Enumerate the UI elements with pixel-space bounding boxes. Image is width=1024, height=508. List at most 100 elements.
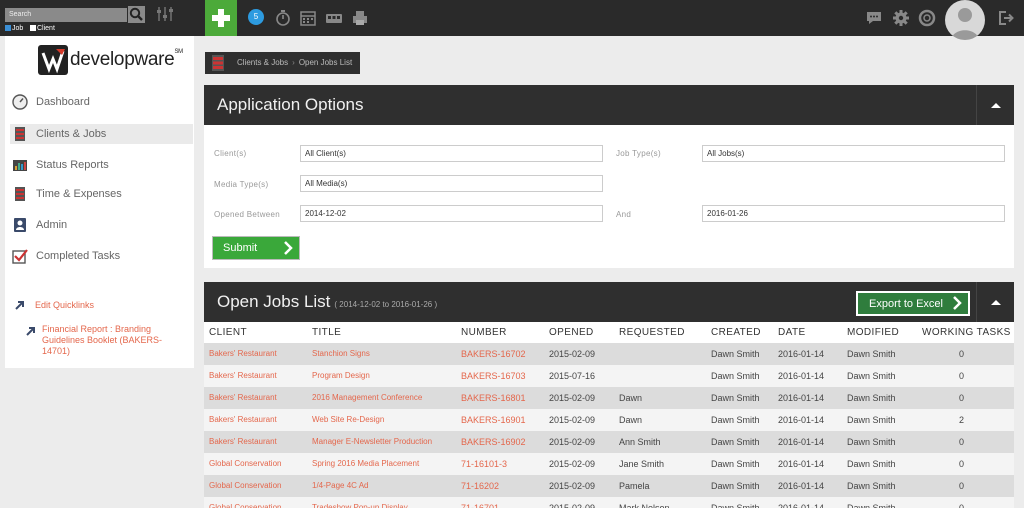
arrow-up-right-icon [26,327,35,336]
media-type-select[interactable]: All Media(s) [300,175,603,192]
column-header-client[interactable]: CLIENT [209,322,247,343]
cell-number[interactable]: 71-16202 [461,475,499,497]
stopwatch-icon[interactable] [274,9,292,27]
table-row[interactable]: Bakers' Restaurant Manager E-Newsletter P… [204,431,1014,453]
cell-number[interactable]: BAKERS-16801 [461,387,526,409]
column-header-number[interactable]: NUMBER [461,322,507,343]
logout-icon[interactable] [997,9,1015,27]
cell-client[interactable]: Bakers' Restaurant [209,343,277,365]
opened-between-label: Opened Between [214,210,281,219]
cell-number[interactable]: BAKERS-16703 [461,365,526,387]
gear-icon[interactable] [892,9,910,27]
messages-badge[interactable]: 5 [248,9,264,25]
column-header-date[interactable]: DATE [778,322,806,343]
column-header-requested[interactable]: REQUESTED [619,322,685,343]
column-header-created[interactable]: CREATED [711,322,761,343]
sidebar-item-time-expenses[interactable]: Time & Expenses [5,184,188,204]
cell-requested: Mark Nelson [619,503,670,508]
cell-opened: 2015-02-09 [549,459,596,469]
column-header-modified[interactable]: MODIFIED [847,322,899,343]
edit-quicklinks-link[interactable]: Edit Quicklinks [35,300,94,311]
sliders-icon[interactable] [156,5,174,23]
sidebar-item-completed-tasks[interactable]: Completed Tasks [5,246,188,266]
collapse-button[interactable] [976,282,1014,322]
export-to-excel-button[interactable]: Export to Excel [856,291,970,316]
cell-date: 2016-01-14 [778,459,825,469]
table-row[interactable]: Global Conservation Spring 2016 Media Pla… [204,453,1014,475]
export-label: Export to Excel [869,298,943,310]
help-lifebuoy-icon[interactable] [918,9,936,27]
table-row[interactable]: Global Conservation 1/4-Page 4C Ad 71-1620… [204,475,1014,497]
cell-number[interactable]: BAKERS-16901 [461,409,526,431]
column-header-working-tasks[interactable]: WORKING TASKS [922,322,1011,343]
table-row[interactable]: Bakers' Restaurant Program Design BAKERS-1… [204,365,1014,387]
cell-working-tasks: 0 [959,437,965,447]
submit-label: Submit [223,242,258,254]
cell-created: Dawn Smith [711,393,760,403]
cell-title[interactable]: 2016 Management Conference [312,387,422,409]
job-type-select[interactable]: All Jobs(s) [702,145,1005,162]
cell-client[interactable]: Global Conservation [209,475,281,497]
breadcrumb-clients-jobs[interactable]: Clients & Jobs [237,58,288,67]
table-row[interactable]: Global Conservation Tradeshow Pop-up Disp… [204,497,1014,508]
calendar-icon[interactable] [299,9,317,27]
cell-number[interactable]: BAKERS-16702 [461,343,526,365]
table-row[interactable]: Bakers' Restaurant Web Site Re-Design BAKE… [204,409,1014,431]
cell-number[interactable]: 71-16101-3 [461,453,507,475]
sidebar-item-label: Time & Expenses [36,188,122,200]
cell-modified: Dawn Smith [847,481,896,491]
clients-select[interactable]: All Client(s) [300,145,603,162]
logo[interactable]: developwareSM [30,40,183,80]
cell-title[interactable]: Stanchion Signs [312,343,370,365]
sidebar-item-label: Completed Tasks [36,250,121,262]
and-label: And [616,210,632,219]
cell-client[interactable]: Bakers' Restaurant [209,409,277,431]
column-header-opened[interactable]: OPENED [549,322,594,343]
breadcrumb: Clients & Jobs › Open Jobs List [205,52,361,74]
cell-client[interactable]: Bakers' Restaurant [209,431,277,453]
cell-working-tasks: 0 [959,371,965,381]
cell-title[interactable]: Tradeshow Pop-up Display [312,497,408,508]
cell-date: 2016-01-14 [778,437,825,447]
sidebar: developwareSM Dashboard Clients & Jobs S… [5,36,194,368]
cell-client[interactable]: Global Conservation [209,497,281,508]
submit-button[interactable]: Submit [213,237,299,259]
sidebar-item-dashboard[interactable]: Dashboard [5,92,188,112]
collapse-button[interactable] [976,85,1014,125]
table-row[interactable]: Bakers' Restaurant 2016 Management Confer… [204,387,1014,409]
cell-opened: 2015-02-09 [549,393,596,403]
bus-icon[interactable] [325,9,343,27]
cell-created: Dawn Smith [711,481,760,491]
avatar[interactable] [945,0,985,40]
cell-date: 2016-01-14 [778,349,825,359]
sidebar-item-admin[interactable]: Admin [5,215,188,235]
quicklink-item[interactable]: Financial Report : Branding Guidelines B… [42,324,177,357]
scope-job-checkbox[interactable]: Job [5,25,23,32]
cell-client[interactable]: Global Conservation [209,453,281,475]
cell-number[interactable]: 71-16701 [461,497,499,508]
add-button[interactable] [205,0,237,36]
chat-icon[interactable] [865,9,883,27]
printer-icon[interactable] [351,9,369,27]
clients-label: Client(s) [214,149,247,158]
cell-number[interactable]: BAKERS-16902 [461,431,526,453]
cell-requested: Ann Smith [619,437,661,447]
search-input[interactable]: Search [5,8,127,22]
cell-title[interactable]: Spring 2016 Media Placement [312,453,419,475]
table-row[interactable]: Bakers' Restaurant Stanchion Signs BAKERS-… [204,343,1014,365]
table-body: Bakers' Restaurant Stanchion Signs BAKERS-… [204,343,1014,508]
cell-title[interactable]: Web Site Re-Design [312,409,384,431]
sidebar-item-clients-jobs[interactable]: Clients & Jobs [10,124,193,144]
column-header-title[interactable]: TITLE [312,322,341,343]
sidebar-item-status-reports[interactable]: Status Reports [5,155,188,175]
opened-from-field[interactable]: 2014-12-02 [300,205,603,222]
opened-to-field[interactable]: 2016-01-26 [702,205,1005,222]
cell-title[interactable]: Manager E-Newsletter Production [312,431,432,453]
cell-client[interactable]: Bakers' Restaurant [209,387,277,409]
search-button[interactable] [128,6,145,23]
cell-working-tasks: 0 [959,349,965,359]
cell-client[interactable]: Bakers' Restaurant [209,365,277,387]
cell-title[interactable]: 1/4-Page 4C Ad [312,475,368,497]
cell-title[interactable]: Program Design [312,365,370,387]
scope-client-checkbox[interactable]: Client [30,25,55,32]
